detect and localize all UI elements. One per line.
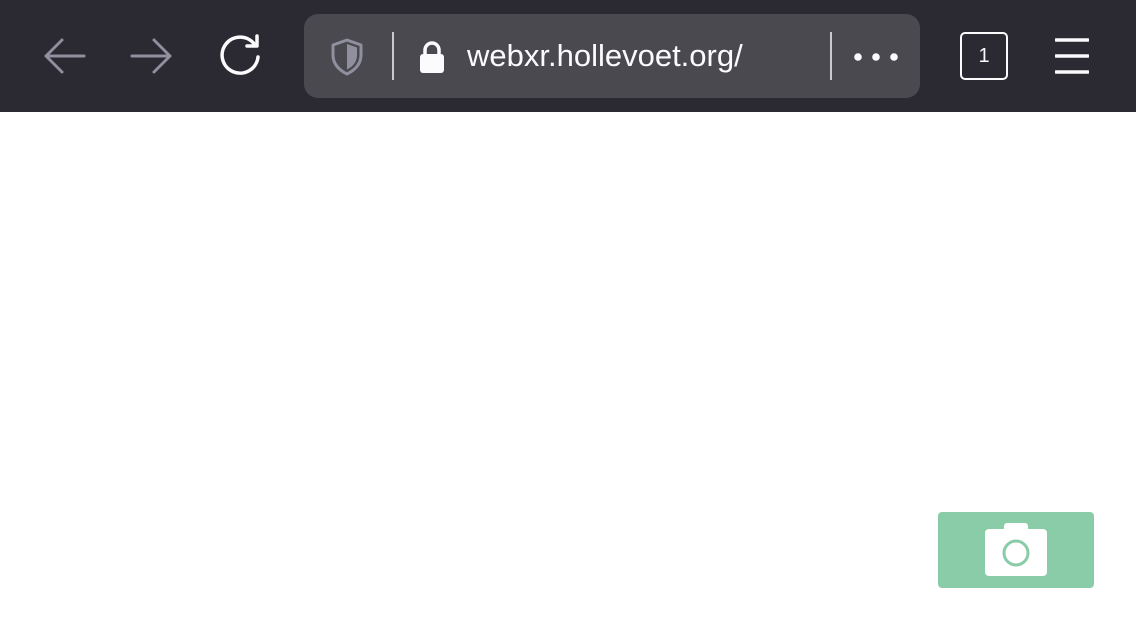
camera-icon [985,523,1047,576]
web-page-content [0,112,1136,640]
reload-icon [220,34,260,75]
forward-button[interactable] [124,28,180,84]
url-bar-divider [392,32,394,80]
lock-icon [420,41,444,73]
shield-icon [331,38,363,76]
site-security-button[interactable] [416,40,448,74]
back-button[interactable] [36,28,92,84]
menu-button[interactable] [1048,32,1096,80]
url-bar[interactable]: webxr.hollevoet.org/ [304,14,920,98]
url-bar-divider [830,32,832,80]
tabs-counter-button[interactable]: 1 [960,32,1008,80]
arrow-left-icon [44,38,86,74]
page-actions-button[interactable] [849,36,903,78]
camera-button[interactable] [938,512,1094,588]
reload-button[interactable] [212,28,268,84]
more-horizontal-icon [854,53,898,61]
arrow-right-icon [130,38,172,74]
url-text[interactable]: webxr.hollevoet.org/ [467,34,743,78]
hamburger-menu-icon [1055,38,1089,74]
browser-toolbar: webxr.hollevoet.org/ 1 [0,0,1136,112]
tracking-protection-button[interactable] [326,36,368,78]
